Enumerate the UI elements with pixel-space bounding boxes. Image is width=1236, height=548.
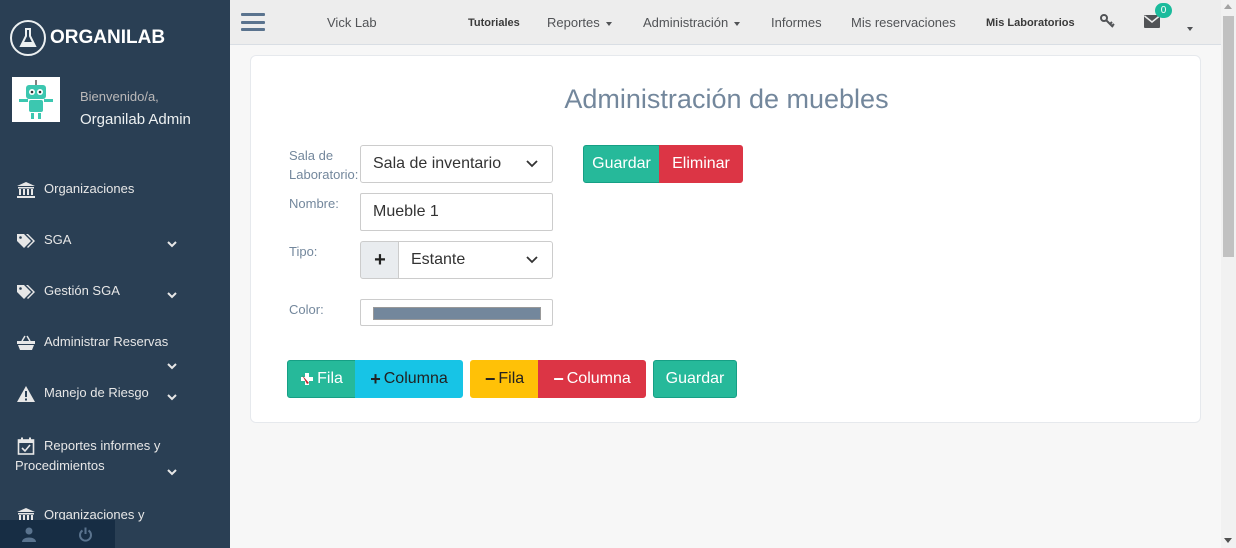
- remove-row-button[interactable]: − Fila: [470, 360, 539, 398]
- scroll-thumb[interactable]: [1223, 16, 1234, 257]
- brand-name: ORGANILAB: [50, 27, 166, 48]
- name-label: Nombre:: [289, 196, 339, 211]
- remove-column-button[interactable]: − Columna: [538, 360, 646, 398]
- plus-icon: +: [370, 368, 381, 389]
- sidebar-item-gestion-sga[interactable]: Gestión SGA: [15, 283, 215, 301]
- sidebar-item-label: Administrar Reservas: [44, 334, 169, 349]
- sidebar-item-reportes[interactable]: Reportes informes y Procedimientos: [15, 436, 215, 476]
- chevron-down-icon: [167, 287, 177, 302]
- sidebar-item-label: Manejo de Riesgo: [44, 385, 149, 400]
- room-label-line1: Sala de: [289, 148, 334, 163]
- scroll-down-icon[interactable]: [1224, 538, 1232, 543]
- caret-down-icon[interactable]: [1187, 20, 1193, 38]
- chevron-down-icon: [526, 251, 538, 269]
- color-input[interactable]: [360, 299, 553, 326]
- envelope-icon[interactable]: [1144, 15, 1160, 33]
- nav-mis-laboratorios[interactable]: Mis Laboratorios: [986, 17, 1075, 29]
- sidebar: ORGANILAB Bienvenido/a, Organilab Admin …: [0, 0, 230, 548]
- top-navbar: Vick Lab Tutoriales Reportes Administrac…: [230, 0, 1236, 45]
- page-title: Administración de muebles: [564, 84, 889, 114]
- caret-down-icon: [605, 21, 612, 26]
- chevron-down-icon: [167, 358, 177, 373]
- chevron-down-icon: [167, 236, 177, 251]
- calendar-check-icon: [15, 437, 37, 455]
- user-icon[interactable]: [0, 520, 57, 548]
- minus-icon: −: [553, 368, 564, 389]
- menu-toggle-icon[interactable]: [241, 11, 265, 33]
- sidebar-item-label: SGA: [44, 232, 72, 247]
- remove-row-label: Fila: [498, 370, 525, 387]
- sidebar-item-label: Reportes informes y: [44, 438, 161, 453]
- welcome-text: Bienvenido/a,: [80, 89, 159, 104]
- warning-icon: [15, 385, 37, 403]
- nav-reportes[interactable]: Reportes: [547, 15, 612, 30]
- key-icon[interactable]: [1100, 14, 1115, 34]
- scroll-up-icon[interactable]: [1224, 4, 1232, 9]
- room-label: Sala de Laboratorio:: [289, 146, 358, 184]
- nav-administracion[interactable]: Administración: [643, 15, 741, 30]
- sidebar-item-label-line2: Procedimientos: [15, 458, 105, 473]
- type-select-value: Estante: [411, 251, 466, 268]
- sidebar-item-manejo-riesgo[interactable]: Manejo de Riesgo: [15, 385, 215, 403]
- tags-icon: [15, 232, 37, 250]
- save-button[interactable]: Guardar: [583, 145, 660, 183]
- save-grid-button[interactable]: Guardar: [653, 360, 737, 398]
- nav-mis-reservaciones[interactable]: Mis reservaciones: [851, 15, 956, 30]
- brand[interactable]: ORGANILAB: [10, 19, 165, 57]
- flask-icon: [10, 20, 46, 56]
- add-row-label: Fila: [317, 370, 343, 387]
- messages-badge: 0: [1155, 3, 1172, 18]
- name-field[interactable]: Mueble 1: [360, 193, 553, 231]
- remove-column-label: Columna: [566, 370, 631, 387]
- add-row-button[interactable]: Fila: [287, 360, 356, 398]
- sidebar-item-label: Gestión SGA: [44, 283, 120, 298]
- lab-name[interactable]: Vick Lab: [327, 15, 377, 30]
- sidebar-footer: [0, 520, 115, 548]
- power-icon[interactable]: [57, 520, 114, 548]
- caret-down-icon: [734, 21, 741, 26]
- type-select[interactable]: Estante: [398, 241, 553, 279]
- add-row-icon: [300, 372, 314, 386]
- nav-tutoriales[interactable]: Tutoriales: [468, 17, 520, 29]
- page-scrollbar[interactable]: [1221, 0, 1236, 548]
- furniture-panel: Administración de muebles Sala de Labora…: [250, 55, 1201, 423]
- add-column-button[interactable]: + Columna: [355, 360, 463, 398]
- color-label: Color:: [289, 302, 324, 317]
- minus-icon: −: [484, 368, 496, 389]
- nav-administracion-label: Administración: [643, 15, 729, 30]
- delete-button[interactable]: Eliminar: [659, 145, 743, 183]
- add-type-button[interactable]: +: [360, 241, 400, 279]
- chevron-down-icon: [167, 462, 177, 482]
- chevron-down-icon: [167, 389, 177, 404]
- color-swatch: [373, 307, 541, 320]
- nav-informes[interactable]: Informes: [771, 15, 822, 30]
- institution-icon: [15, 181, 37, 199]
- room-label-line2: Laboratorio:: [289, 167, 359, 182]
- sidebar-item-organizaciones[interactable]: Organizaciones: [15, 181, 215, 199]
- sidebar-item-sga[interactable]: SGA: [15, 232, 215, 250]
- chevron-down-icon: [526, 155, 538, 173]
- add-column-label: Columna: [383, 370, 448, 387]
- avatar: [12, 77, 60, 122]
- username: Organilab Admin: [80, 111, 191, 128]
- type-label: Tipo:: [289, 244, 318, 259]
- room-select[interactable]: Sala de inventario: [360, 145, 553, 183]
- basket-icon: [15, 334, 37, 352]
- sidebar-item-label: Organizaciones: [44, 181, 135, 196]
- sidebar-item-administrar-reservas[interactable]: Administrar Reservas: [15, 334, 215, 372]
- tags-icon: [15, 283, 37, 301]
- room-select-value: Sala de inventario: [373, 155, 502, 172]
- nav-reportes-label: Reportes: [547, 15, 600, 30]
